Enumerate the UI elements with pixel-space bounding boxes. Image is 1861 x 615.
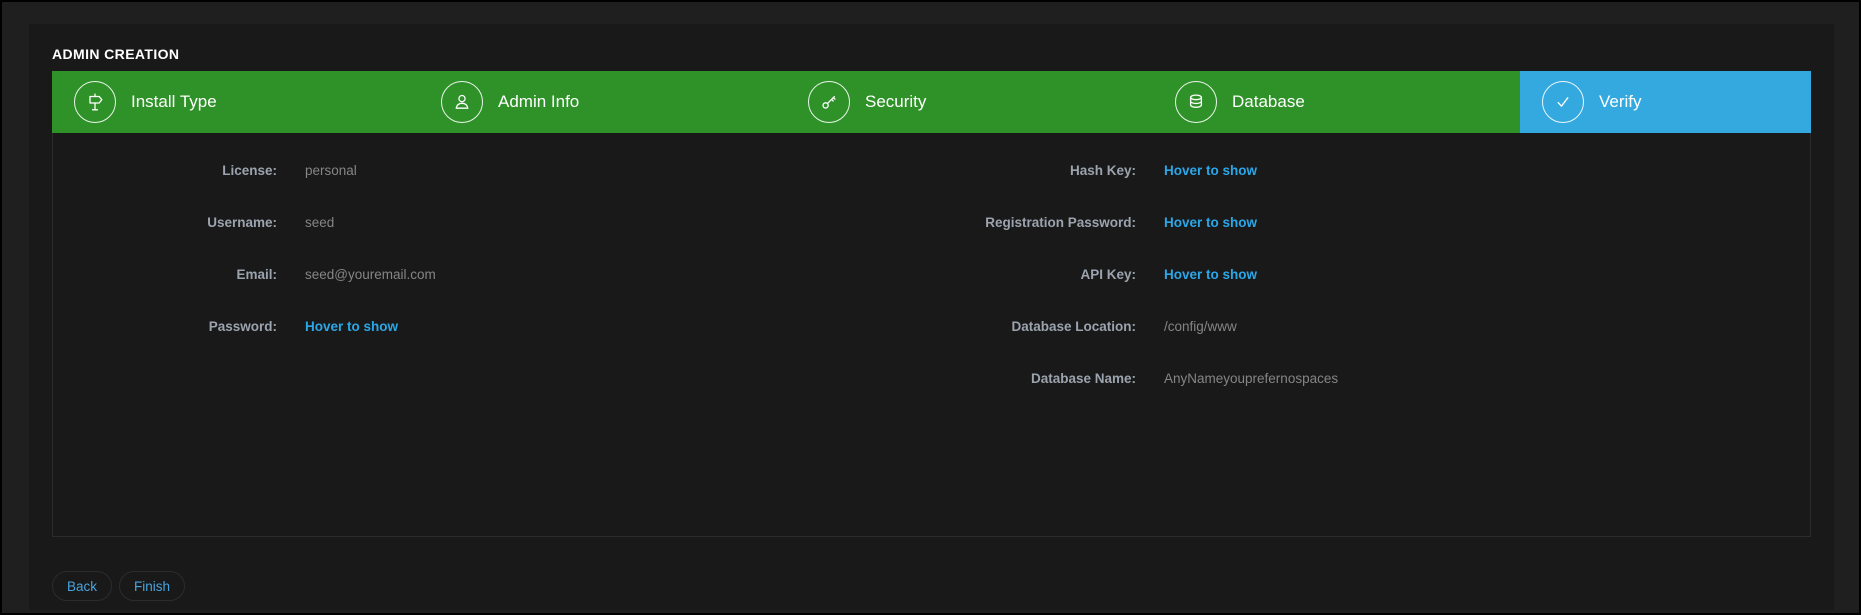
summary-row-license: License: personal	[53, 163, 934, 187]
step-label: Security	[865, 92, 926, 112]
admin-creation-screen: ADMIN CREATION Install Type	[0, 0, 1861, 615]
check-icon	[1542, 81, 1584, 123]
database-icon	[1175, 81, 1217, 123]
step-label: Database	[1232, 92, 1305, 112]
summary-row-hash-key: Hash Key: Hover to show	[934, 163, 1815, 187]
field-label: Email:	[53, 267, 277, 282]
field-value: /config/www	[1164, 319, 1237, 334]
verify-summary: License: personal Username: seed Email: …	[52, 133, 1811, 537]
key-icon	[808, 81, 850, 123]
field-label: Username:	[53, 215, 277, 230]
hover-to-show-value[interactable]: Hover to show	[305, 319, 398, 334]
field-label: Database Location:	[934, 319, 1136, 334]
back-button[interactable]: Back	[52, 571, 112, 601]
summary-row-username: Username: seed	[53, 215, 934, 239]
wizard-step-install-type[interactable]: Install Type	[52, 71, 419, 133]
field-label: Registration Password:	[934, 215, 1136, 230]
wizard-step-security[interactable]: Security	[786, 71, 1153, 133]
summary-row-password: Password: Hover to show	[53, 319, 934, 343]
admin-creation-panel: ADMIN CREATION Install Type	[29, 24, 1834, 610]
wizard-step-admin-info[interactable]: Admin Info	[419, 71, 786, 133]
summary-row-database-name: Database Name: AnyNameyouprefernospaces	[934, 371, 1815, 395]
field-label: API Key:	[934, 267, 1136, 282]
wizard-step-database[interactable]: Database	[1153, 71, 1520, 133]
step-label: Admin Info	[498, 92, 579, 112]
hover-to-show-value[interactable]: Hover to show	[1164, 163, 1257, 178]
summary-row-api-key: API Key: Hover to show	[934, 267, 1815, 291]
field-value: AnyNameyouprefernospaces	[1164, 371, 1338, 386]
summary-column-right: Hash Key: Hover to show Registration Pas…	[934, 163, 1815, 423]
step-label: Install Type	[131, 92, 217, 112]
hover-to-show-value[interactable]: Hover to show	[1164, 267, 1257, 282]
hover-to-show-value[interactable]: Hover to show	[1164, 215, 1257, 230]
wizard-footer: Back Finish	[52, 571, 1811, 601]
field-label: Database Name:	[934, 371, 1136, 386]
page-title: ADMIN CREATION	[52, 46, 1811, 62]
field-value: personal	[305, 163, 357, 178]
wizard-step-verify[interactable]: Verify	[1520, 71, 1811, 133]
summary-row-registration-password: Registration Password: Hover to show	[934, 215, 1815, 239]
field-label: Password:	[53, 319, 277, 334]
signpost-icon	[74, 81, 116, 123]
step-label: Verify	[1599, 92, 1642, 112]
field-label: Hash Key:	[934, 163, 1136, 178]
field-label: License:	[53, 163, 277, 178]
field-value: seed	[305, 215, 334, 230]
wizard-step-bar: Install Type Admin Info	[52, 71, 1811, 133]
finish-button[interactable]: Finish	[119, 571, 185, 601]
user-icon	[441, 81, 483, 123]
field-value: seed@youremail.com	[305, 267, 436, 282]
summary-column-left: License: personal Username: seed Email: …	[53, 163, 934, 423]
summary-row-database-location: Database Location: /config/www	[934, 319, 1815, 343]
summary-row-email: Email: seed@youremail.com	[53, 267, 934, 291]
